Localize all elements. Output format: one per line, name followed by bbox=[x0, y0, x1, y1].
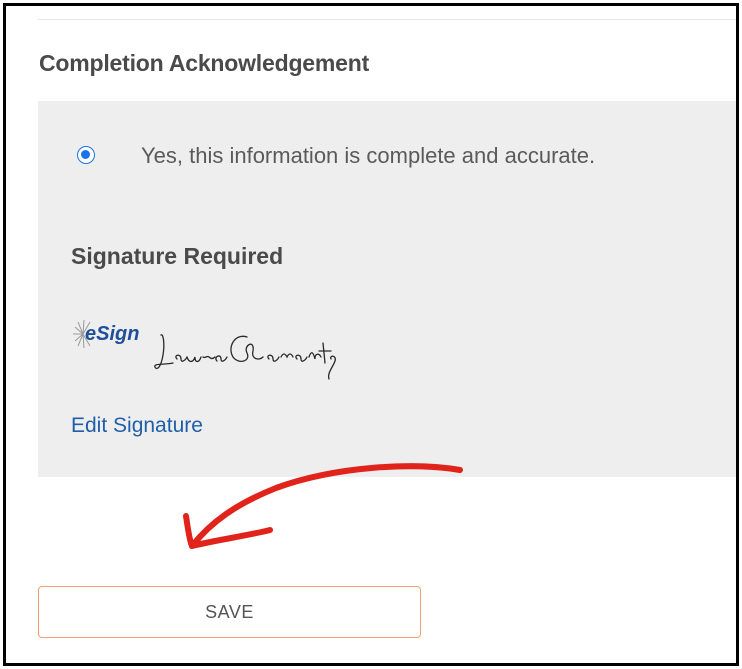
divider bbox=[38, 19, 736, 20]
esign-logo-text: eSign bbox=[85, 323, 139, 345]
save-button[interactable]: SAVE bbox=[38, 586, 421, 638]
esign-logo: eSign bbox=[73, 319, 139, 349]
edit-signature-link[interactable]: Edit Signature bbox=[71, 414, 203, 438]
form-frame: Completion Acknowledgement Yes, this inf… bbox=[3, 3, 739, 666]
handwritten-signature bbox=[154, 334, 336, 380]
section-title: Completion Acknowledgement bbox=[39, 50, 370, 76]
red-annotation-arrow bbox=[183, 463, 463, 549]
radio-selected-dot bbox=[81, 150, 90, 159]
acknowledgement-panel: Yes, this information is complete and ac… bbox=[38, 101, 736, 477]
acknowledgement-radio-label[interactable]: Yes, this information is complete and ac… bbox=[141, 143, 595, 169]
acknowledgement-radio[interactable] bbox=[77, 146, 95, 164]
signature-heading: Signature Required bbox=[71, 243, 284, 269]
